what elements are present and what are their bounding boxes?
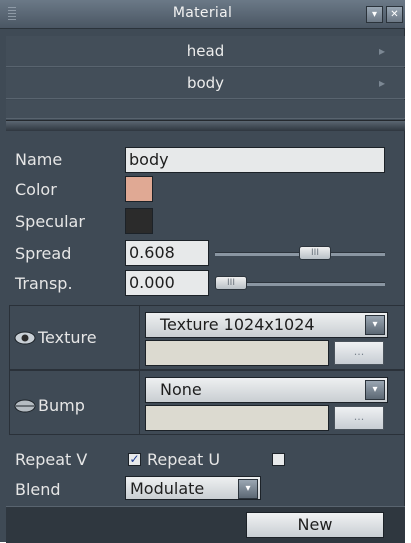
texture-path-field[interactable]: [145, 340, 329, 366]
visibility-eye-icon[interactable]: [14, 331, 36, 345]
spread-field[interactable]: 0.608: [125, 240, 209, 266]
list-item[interactable]: body ▸: [6, 68, 405, 99]
bump-label: Bump: [38, 396, 85, 415]
texture-dropdown[interactable]: Texture 1024x1024 ▾: [145, 312, 388, 338]
bump-browse-button[interactable]: ...: [334, 406, 384, 430]
color-label: Color: [15, 180, 57, 199]
expand-arrow-icon[interactable]: ▸: [379, 36, 385, 66]
texture-label: Texture: [38, 328, 97, 347]
texture-dropdown-value: Texture 1024x1024: [160, 315, 315, 334]
blend-label: Blend: [15, 480, 61, 499]
list-empty-row: [6, 100, 405, 119]
repeat-u-checkbox[interactable]: [272, 453, 285, 466]
transp-slider-thumb[interactable]: III: [215, 276, 247, 290]
bump-dropdown[interactable]: None ▾: [145, 377, 388, 403]
blend-dropdown[interactable]: Modulate ▾: [125, 476, 261, 500]
transp-field[interactable]: 0.000: [125, 270, 209, 296]
list-item[interactable]: head ▸: [6, 36, 405, 67]
divider: [139, 370, 140, 435]
new-button[interactable]: New: [246, 512, 384, 538]
name-field[interactable]: body: [125, 147, 385, 173]
chevron-down-icon[interactable]: ▾: [365, 380, 385, 400]
list-item-label: head: [186, 42, 225, 60]
spread-label: Spread: [15, 244, 72, 263]
chevron-down-icon[interactable]: ▾: [365, 315, 385, 335]
expand-arrow-icon[interactable]: ▸: [379, 68, 385, 98]
repeat-v-checkbox[interactable]: ✓: [128, 453, 141, 466]
collapse-button[interactable]: ▾: [366, 6, 383, 23]
title-bar[interactable]: Material ▾ ✕: [0, 0, 405, 29]
bump-dropdown-value: None: [160, 380, 202, 399]
chevron-down-icon[interactable]: ▾: [238, 479, 258, 499]
blend-dropdown-value: Modulate: [130, 479, 205, 498]
visibility-eye-closed-icon[interactable]: [14, 399, 36, 413]
specular-swatch[interactable]: [125, 208, 153, 234]
bump-path-field[interactable]: [145, 405, 329, 431]
spread-slider-thumb[interactable]: III: [299, 246, 331, 260]
list-item-label: body: [186, 74, 225, 92]
transp-label: Transp.: [15, 274, 73, 293]
close-button[interactable]: ✕: [386, 6, 403, 23]
specular-label: Specular: [15, 212, 85, 231]
texture-browse-button[interactable]: ...: [334, 341, 384, 365]
material-panel: Material ▾ ✕ head ▸ body ▸ Name body Col…: [0, 0, 405, 543]
color-swatch[interactable]: [125, 176, 153, 202]
repeat-u-label: Repeat U: [147, 450, 221, 469]
name-label: Name: [15, 150, 63, 169]
window-title: Material: [172, 5, 233, 21]
repeat-v-label: Repeat V: [15, 450, 88, 469]
divider: [139, 305, 140, 370]
splitter-handle[interactable]: [6, 120, 405, 131]
